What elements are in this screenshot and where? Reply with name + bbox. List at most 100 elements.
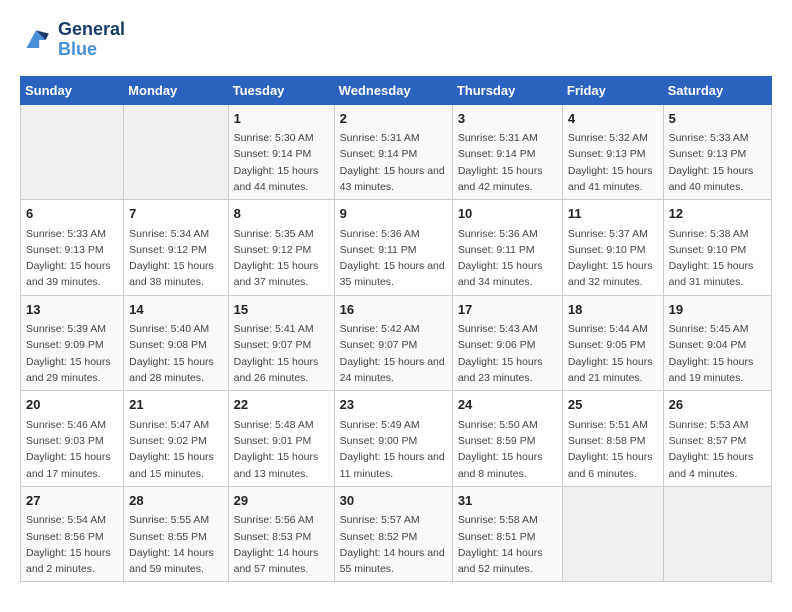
- calendar-cell: 9 Sunrise: 5:36 AM Sunset: 9:11 PM Dayli…: [334, 200, 452, 296]
- day-number: 10: [458, 204, 557, 224]
- calendar-cell: [562, 486, 663, 582]
- day-detail: Sunrise: 5:46 AM Sunset: 9:03 PM Dayligh…: [26, 417, 118, 482]
- day-number: 31: [458, 491, 557, 511]
- day-detail: Sunrise: 5:54 AM Sunset: 8:56 PM Dayligh…: [26, 512, 118, 577]
- day-detail: Sunrise: 5:40 AM Sunset: 9:08 PM Dayligh…: [129, 321, 222, 386]
- calendar-cell: 24 Sunrise: 5:50 AM Sunset: 8:59 PM Dayl…: [452, 391, 562, 487]
- calendar-cell: 28 Sunrise: 5:55 AM Sunset: 8:55 PM Dayl…: [124, 486, 228, 582]
- day-number: 21: [129, 395, 222, 415]
- weekday-header: Monday: [124, 76, 228, 104]
- calendar-cell: 27 Sunrise: 5:54 AM Sunset: 8:56 PM Dayl…: [21, 486, 124, 582]
- day-number: 27: [26, 491, 118, 511]
- day-detail: Sunrise: 5:38 AM Sunset: 9:10 PM Dayligh…: [669, 226, 766, 291]
- calendar-cell: 19 Sunrise: 5:45 AM Sunset: 9:04 PM Dayl…: [663, 295, 771, 391]
- day-detail: Sunrise: 5:53 AM Sunset: 8:57 PM Dayligh…: [669, 417, 766, 482]
- day-number: 4: [568, 109, 658, 129]
- logo-text: General Blue: [58, 20, 125, 60]
- calendar-cell: 15 Sunrise: 5:41 AM Sunset: 9:07 PM Dayl…: [228, 295, 334, 391]
- day-number: 6: [26, 204, 118, 224]
- day-detail: Sunrise: 5:44 AM Sunset: 9:05 PM Dayligh…: [568, 321, 658, 386]
- calendar-cell: [21, 104, 124, 200]
- day-detail: Sunrise: 5:56 AM Sunset: 8:53 PM Dayligh…: [234, 512, 329, 577]
- calendar-cell: 17 Sunrise: 5:43 AM Sunset: 9:06 PM Dayl…: [452, 295, 562, 391]
- day-detail: Sunrise: 5:47 AM Sunset: 9:02 PM Dayligh…: [129, 417, 222, 482]
- calendar-cell: 26 Sunrise: 5:53 AM Sunset: 8:57 PM Dayl…: [663, 391, 771, 487]
- calendar-cell: 4 Sunrise: 5:32 AM Sunset: 9:13 PM Dayli…: [562, 104, 663, 200]
- day-detail: Sunrise: 5:41 AM Sunset: 9:07 PM Dayligh…: [234, 321, 329, 386]
- day-number: 14: [129, 300, 222, 320]
- calendar-cell: 6 Sunrise: 5:33 AM Sunset: 9:13 PM Dayli…: [21, 200, 124, 296]
- logo-icon: [20, 24, 52, 56]
- day-number: 30: [340, 491, 447, 511]
- day-detail: Sunrise: 5:48 AM Sunset: 9:01 PM Dayligh…: [234, 417, 329, 482]
- day-detail: Sunrise: 5:30 AM Sunset: 9:14 PM Dayligh…: [234, 130, 329, 195]
- day-number: 5: [669, 109, 766, 129]
- day-number: 9: [340, 204, 447, 224]
- calendar-cell: 2 Sunrise: 5:31 AM Sunset: 9:14 PM Dayli…: [334, 104, 452, 200]
- calendar-cell: 3 Sunrise: 5:31 AM Sunset: 9:14 PM Dayli…: [452, 104, 562, 200]
- day-detail: Sunrise: 5:36 AM Sunset: 9:11 PM Dayligh…: [340, 226, 447, 291]
- calendar-cell: 25 Sunrise: 5:51 AM Sunset: 8:58 PM Dayl…: [562, 391, 663, 487]
- calendar-cell: [663, 486, 771, 582]
- calendar-cell: 22 Sunrise: 5:48 AM Sunset: 9:01 PM Dayl…: [228, 391, 334, 487]
- calendar-cell: 1 Sunrise: 5:30 AM Sunset: 9:14 PM Dayli…: [228, 104, 334, 200]
- day-detail: Sunrise: 5:33 AM Sunset: 9:13 PM Dayligh…: [26, 226, 118, 291]
- weekday-header: Wednesday: [334, 76, 452, 104]
- calendar-cell: 14 Sunrise: 5:40 AM Sunset: 9:08 PM Dayl…: [124, 295, 228, 391]
- day-number: 11: [568, 204, 658, 224]
- day-detail: Sunrise: 5:37 AM Sunset: 9:10 PM Dayligh…: [568, 226, 658, 291]
- calendar-cell: 16 Sunrise: 5:42 AM Sunset: 9:07 PM Dayl…: [334, 295, 452, 391]
- calendar-cell: 8 Sunrise: 5:35 AM Sunset: 9:12 PM Dayli…: [228, 200, 334, 296]
- calendar-cell: 10 Sunrise: 5:36 AM Sunset: 9:11 PM Dayl…: [452, 200, 562, 296]
- calendar-cell: 21 Sunrise: 5:47 AM Sunset: 9:02 PM Dayl…: [124, 391, 228, 487]
- weekday-header: Friday: [562, 76, 663, 104]
- page-header: General Blue: [20, 20, 772, 60]
- day-detail: Sunrise: 5:31 AM Sunset: 9:14 PM Dayligh…: [458, 130, 557, 195]
- day-detail: Sunrise: 5:50 AM Sunset: 8:59 PM Dayligh…: [458, 417, 557, 482]
- day-detail: Sunrise: 5:58 AM Sunset: 8:51 PM Dayligh…: [458, 512, 557, 577]
- day-number: 8: [234, 204, 329, 224]
- calendar-cell: 7 Sunrise: 5:34 AM Sunset: 9:12 PM Dayli…: [124, 200, 228, 296]
- weekday-header: Thursday: [452, 76, 562, 104]
- day-detail: Sunrise: 5:34 AM Sunset: 9:12 PM Dayligh…: [129, 226, 222, 291]
- calendar-cell: 23 Sunrise: 5:49 AM Sunset: 9:00 PM Dayl…: [334, 391, 452, 487]
- calendar-cell: 18 Sunrise: 5:44 AM Sunset: 9:05 PM Dayl…: [562, 295, 663, 391]
- day-detail: Sunrise: 5:43 AM Sunset: 9:06 PM Dayligh…: [458, 321, 557, 386]
- day-number: 19: [669, 300, 766, 320]
- calendar-cell: 30 Sunrise: 5:57 AM Sunset: 8:52 PM Dayl…: [334, 486, 452, 582]
- day-number: 7: [129, 204, 222, 224]
- day-number: 15: [234, 300, 329, 320]
- day-number: 22: [234, 395, 329, 415]
- day-number: 25: [568, 395, 658, 415]
- day-number: 29: [234, 491, 329, 511]
- day-detail: Sunrise: 5:57 AM Sunset: 8:52 PM Dayligh…: [340, 512, 447, 577]
- logo: General Blue: [20, 20, 125, 60]
- day-detail: Sunrise: 5:31 AM Sunset: 9:14 PM Dayligh…: [340, 130, 447, 195]
- calendar-week-row: 1 Sunrise: 5:30 AM Sunset: 9:14 PM Dayli…: [21, 104, 772, 200]
- day-number: 12: [669, 204, 766, 224]
- day-detail: Sunrise: 5:49 AM Sunset: 9:00 PM Dayligh…: [340, 417, 447, 482]
- day-number: 3: [458, 109, 557, 129]
- day-number: 17: [458, 300, 557, 320]
- calendar-cell: 5 Sunrise: 5:33 AM Sunset: 9:13 PM Dayli…: [663, 104, 771, 200]
- calendar-cell: 12 Sunrise: 5:38 AM Sunset: 9:10 PM Dayl…: [663, 200, 771, 296]
- day-detail: Sunrise: 5:42 AM Sunset: 9:07 PM Dayligh…: [340, 321, 447, 386]
- day-detail: Sunrise: 5:36 AM Sunset: 9:11 PM Dayligh…: [458, 226, 557, 291]
- day-number: 18: [568, 300, 658, 320]
- weekday-header: Tuesday: [228, 76, 334, 104]
- calendar-cell: 31 Sunrise: 5:58 AM Sunset: 8:51 PM Dayl…: [452, 486, 562, 582]
- calendar-cell: 13 Sunrise: 5:39 AM Sunset: 9:09 PM Dayl…: [21, 295, 124, 391]
- day-number: 24: [458, 395, 557, 415]
- day-number: 16: [340, 300, 447, 320]
- day-detail: Sunrise: 5:33 AM Sunset: 9:13 PM Dayligh…: [669, 130, 766, 195]
- day-detail: Sunrise: 5:55 AM Sunset: 8:55 PM Dayligh…: [129, 512, 222, 577]
- weekday-header-row: SundayMondayTuesdayWednesdayThursdayFrid…: [21, 76, 772, 104]
- calendar-week-row: 27 Sunrise: 5:54 AM Sunset: 8:56 PM Dayl…: [21, 486, 772, 582]
- calendar-week-row: 6 Sunrise: 5:33 AM Sunset: 9:13 PM Dayli…: [21, 200, 772, 296]
- day-detail: Sunrise: 5:45 AM Sunset: 9:04 PM Dayligh…: [669, 321, 766, 386]
- day-number: 1: [234, 109, 329, 129]
- day-detail: Sunrise: 5:51 AM Sunset: 8:58 PM Dayligh…: [568, 417, 658, 482]
- day-detail: Sunrise: 5:39 AM Sunset: 9:09 PM Dayligh…: [26, 321, 118, 386]
- day-number: 28: [129, 491, 222, 511]
- day-detail: Sunrise: 5:35 AM Sunset: 9:12 PM Dayligh…: [234, 226, 329, 291]
